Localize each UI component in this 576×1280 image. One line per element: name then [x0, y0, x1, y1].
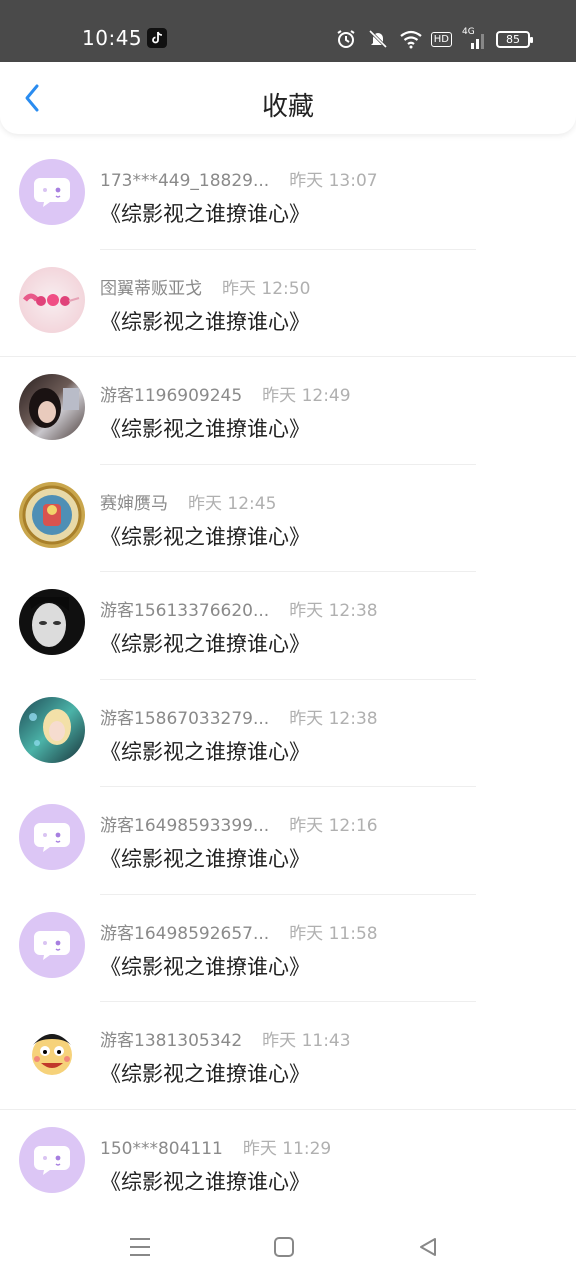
chat-bubble-icon: [34, 930, 70, 960]
user-name: 游客16498592657...: [100, 923, 270, 944]
status-time: 10:45: [82, 26, 143, 50]
book-title[interactable]: 《综影视之谁撩谁心》: [100, 1166, 310, 1196]
timestamp: 昨天 12:16: [289, 816, 378, 836]
timestamp: 昨天 11:43: [262, 1031, 351, 1051]
timestamp: 昨天 12:49: [262, 386, 351, 406]
list-item[interactable]: 游客16498593399... 昨天 12:16 《综影视之谁撩谁心》: [0, 787, 576, 895]
book-title[interactable]: 《综影视之谁撩谁心》: [100, 951, 310, 981]
menu-icon: [130, 1238, 150, 1256]
avatar[interactable]: [19, 159, 85, 225]
cartoon-boy-image: [32, 1034, 72, 1075]
menu-button[interactable]: [120, 1230, 160, 1264]
alarm-icon: [335, 29, 357, 49]
home-button[interactable]: [264, 1230, 304, 1264]
timestamp: 昨天 11:29: [242, 1138, 332, 1159]
girl-photo-image: [29, 388, 79, 428]
user-name: 173***449_18829...: [100, 171, 270, 191]
favorites-list: 173***449_18829... 昨天 13:07 《综影视之谁撩谁心》 囹翼…: [0, 142, 576, 1217]
battery-level: 85: [506, 32, 520, 46]
item-meta: 游客1381305342 昨天 11:43: [100, 1026, 351, 1051]
chat-bubble-icon: [34, 178, 70, 207]
book-title[interactable]: 《综影视之谁撩谁心》: [100, 843, 310, 873]
pink-hearts-image: [23, 293, 80, 306]
avatar[interactable]: [19, 266, 85, 333]
list-item[interactable]: 囹翼蒂贩亚戈 昨天 12:50 《综影视之谁撩谁心》: [0, 250, 576, 357]
back-nav-button[interactable]: [408, 1230, 448, 1264]
list-item[interactable]: 游客16498592657... 昨天 11:58 《综影视之谁撩谁心》: [0, 895, 576, 1002]
list-item[interactable]: 游客1196909245 昨天 12:49 《综影视之谁撩谁心》: [0, 357, 576, 465]
avatar[interactable]: [19, 804, 85, 870]
page-title: 收藏: [261, 92, 314, 122]
timestamp: 昨天 13:07: [289, 171, 378, 191]
item-meta: 游客15613376620... 昨天 12:38: [100, 596, 378, 621]
system-nav-bar: [0, 1210, 576, 1280]
user-name: 游客1381305342: [100, 1031, 243, 1051]
signal-icon: 4G: [462, 27, 486, 49]
status-bar: 10:45 HD 4G 85: [0, 0, 576, 62]
status-icons: HD 4G 85: [335, 27, 533, 50]
item-meta: 173***449_18829... 昨天 13:07: [100, 166, 378, 191]
medallion-image: [22, 485, 82, 544]
avatar[interactable]: [19, 589, 85, 655]
list-item[interactable]: 游客15613376620... 昨天 12:38 《综影视之谁撩谁心》: [0, 572, 576, 680]
timestamp: 昨天 12:38: [289, 601, 378, 621]
mute-icon: [367, 29, 389, 49]
timestamp: 昨天 12:50: [222, 278, 311, 299]
timestamp: 昨天 11:58: [289, 923, 378, 944]
book-title[interactable]: 《综影视之谁撩谁心》: [100, 413, 310, 443]
timestamp: 昨天 12:38: [289, 708, 378, 729]
item-meta: 游客16498592657... 昨天 11:58: [100, 919, 378, 944]
hd-icon: HD: [430, 31, 452, 47]
tiktok-icon: [147, 28, 167, 48]
back-triangle-icon: [420, 1238, 436, 1256]
book-title[interactable]: 《综影视之谁撩谁心》: [100, 306, 310, 336]
chat-bubble-icon: [34, 823, 70, 852]
header: 收藏: [0, 62, 576, 134]
avatar[interactable]: [19, 696, 85, 763]
battery-icon: 85: [496, 30, 533, 48]
avatar[interactable]: [19, 374, 85, 440]
list-item[interactable]: 150***804111 昨天 11:29 《综影视之谁撩谁心》: [0, 1110, 576, 1218]
bw-face-image: [29, 597, 69, 647]
user-name: 游客15613376620...: [100, 601, 270, 621]
book-title[interactable]: 《综影视之谁撩谁心》: [100, 1058, 310, 1088]
book-title[interactable]: 《综影视之谁撩谁心》: [100, 736, 310, 766]
chat-bubble-icon: [34, 1145, 70, 1175]
item-meta: 游客16498593399... 昨天 12:16: [100, 811, 378, 836]
list-item[interactable]: 游客1381305342 昨天 11:43 《综影视之谁撩谁心》: [0, 1002, 576, 1110]
list-item[interactable]: 173***449_18829... 昨天 13:07 《综影视之谁撩谁心》: [0, 142, 576, 250]
user-name: 游客1196909245: [100, 386, 243, 406]
user-name: 游客15867033279...: [100, 708, 270, 729]
item-meta: 囹翼蒂贩亚戈 昨天 12:50: [100, 274, 310, 299]
user-name: 游客16498593399...: [100, 816, 270, 836]
list-item[interactable]: 赛婶赝马 昨天 12:45 《综影视之谁撩谁心》: [0, 465, 576, 572]
user-name: 赛婶赝马: [100, 493, 168, 514]
home-square-icon: [274, 1237, 294, 1257]
timestamp: 昨天 12:45: [188, 493, 277, 514]
wifi-icon: [399, 29, 422, 49]
item-meta: 游客1196909245 昨天 12:49: [100, 381, 351, 406]
avatar[interactable]: [19, 1126, 85, 1193]
book-title[interactable]: 《综影视之谁撩谁心》: [100, 198, 310, 228]
anime-girl-image: [29, 708, 71, 746]
avatar[interactable]: [19, 911, 85, 978]
list-item[interactable]: 游客15867033279... 昨天 12:38 《综影视之谁撩谁心》: [0, 680, 576, 787]
book-title[interactable]: 《综影视之谁撩谁心》: [100, 521, 310, 551]
avatar[interactable]: [19, 481, 85, 548]
book-title[interactable]: 《综影视之谁撩谁心》: [100, 628, 310, 658]
user-name: 囹翼蒂贩亚戈: [100, 278, 202, 299]
item-meta: 150***804111 昨天 11:29: [100, 1134, 331, 1159]
avatar[interactable]: [19, 1019, 85, 1085]
user-name: 150***804111: [100, 1138, 223, 1159]
item-meta: 游客15867033279... 昨天 12:38: [100, 704, 378, 729]
item-meta: 赛婶赝马 昨天 12:45: [100, 489, 276, 514]
